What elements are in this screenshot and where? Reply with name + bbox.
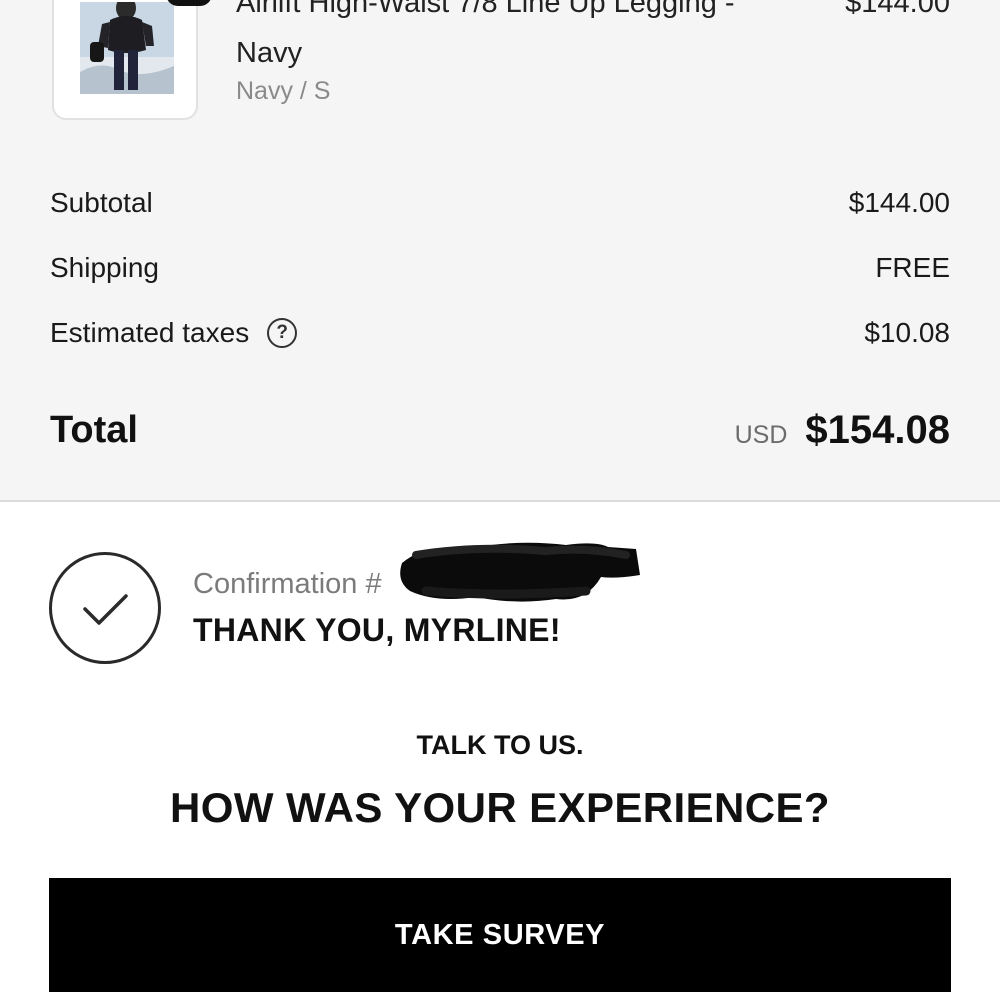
quantity-badge bbox=[166, 0, 212, 6]
shipping-value: FREE bbox=[875, 252, 950, 283]
total-label: Total bbox=[50, 408, 138, 451]
taxes-label: Estimated taxes bbox=[50, 317, 250, 348]
survey-kicker: TALK TO US. bbox=[416, 730, 584, 760]
taxes-row: Estimated taxes ? $10.08 bbox=[50, 313, 950, 353]
product-variant: Navy / S bbox=[236, 77, 331, 105]
survey-heading: HOW WAS YOUR EXPERIENCE? bbox=[170, 784, 830, 831]
shipping-row: Shipping FREE bbox=[50, 248, 950, 288]
help-circle-icon[interactable]: ? bbox=[267, 318, 298, 348]
order-confirmation-page: Airlift High-Waist 7/8 Line Up Legging -… bbox=[0, 0, 1000, 1000]
product-thumbnail[interactable] bbox=[52, 0, 198, 120]
total-row: Total USD $154.08 bbox=[50, 405, 950, 455]
thank-you-heading: THANK YOU, MYRLINE! bbox=[193, 612, 561, 648]
subtotal-value: $144.00 bbox=[848, 187, 950, 218]
redaction-scribble bbox=[400, 542, 640, 602]
shipping-label: Shipping bbox=[50, 252, 159, 283]
subtotal-row: Subtotal $144.00 bbox=[50, 183, 950, 223]
product-name: Airlift High-Waist 7/8 Line Up Legging -… bbox=[236, 0, 735, 69]
product-photo bbox=[80, 2, 174, 94]
taxes-label-group: Estimated taxes ? bbox=[50, 317, 298, 349]
taxes-value: $10.08 bbox=[864, 317, 950, 348]
total-value: $154.08 bbox=[805, 407, 950, 452]
order-summary: Airlift High-Waist 7/8 Line Up Legging -… bbox=[0, 0, 1000, 502]
take-survey-button[interactable]: TAKE SURVEY bbox=[49, 878, 951, 992]
confirmation-number-label: Confirmation # bbox=[193, 568, 382, 600]
currency-code: USD bbox=[734, 420, 788, 449]
subtotal-label: Subtotal bbox=[50, 187, 153, 218]
product-price: $144.00 bbox=[845, 0, 950, 19]
check-circle-icon bbox=[49, 552, 161, 664]
total-amount-group: USD $154.08 bbox=[735, 408, 950, 453]
